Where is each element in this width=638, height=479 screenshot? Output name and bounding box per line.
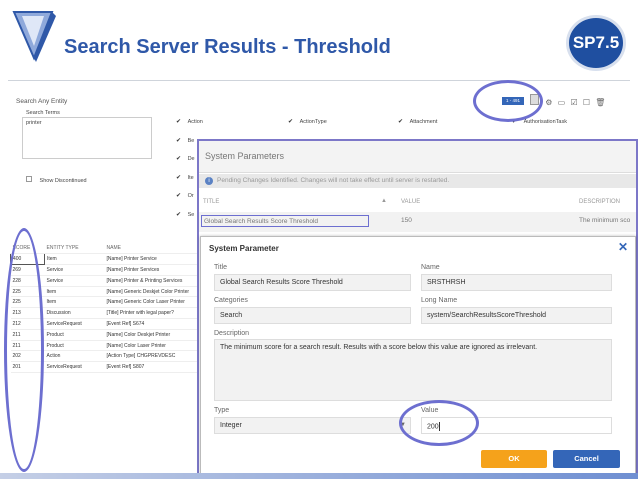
title-field[interactable]: Global Search Results Score Threshold [214,274,411,291]
slide-title: Search Server Results - Threshold [64,36,391,58]
highlight-oval-scores [4,228,44,472]
filter-partial-5[interactable]: ✔ Se [176,212,194,219]
table-row[interactable]: 400 Item [Name] Printer Service [10,253,200,266]
close-icon[interactable]: ✕ [618,240,628,254]
version-badge: SP7.5 [566,15,626,71]
type-select[interactable]: Integer ▼ [214,417,411,434]
show-discontinued-label: Show Discontinued [39,178,87,184]
sort-icon[interactable]: ▲ [381,198,387,204]
filter-actiontype[interactable]: ✔ ActionType [288,119,327,126]
type-value: Integer [220,422,242,429]
categories-label: Categories [214,297,248,304]
dialog-title: System Parameter [209,244,279,253]
settings-icon[interactable]: ⚙ [545,98,552,107]
description-field[interactable]: The minimum score for a search result. R… [214,339,612,401]
param-title: Global Search Results Score Threshold [201,215,369,227]
table-header-row: SCORE ENTITY TYPE NAME [10,243,200,255]
slide-footer-bar [0,473,638,479]
search-terms-label: Search Terms [26,110,60,116]
categories-field[interactable]: Search [214,307,411,324]
search-terms-input[interactable]: printer [22,117,152,159]
cancel-button[interactable]: Cancel [553,450,620,468]
name-field[interactable]: SRSTHRSH [421,274,612,291]
column-header-value[interactable]: VALUE [401,199,420,205]
column-header-entity-type[interactable]: ENTITY TYPE [44,243,105,255]
column-header-title[interactable]: TITLE [203,199,219,205]
description-label: Description [214,330,250,337]
filter-partial-3[interactable]: ✔ Ite [176,175,194,182]
checkbox-checked-icon[interactable]: ☑ [570,98,577,107]
long-name-field[interactable]: system/SearchResultsScoreThreshold [421,307,612,324]
title-divider [8,80,630,81]
check-icon: ✔ [398,119,404,125]
highlight-oval-counter [473,80,543,122]
title-label: Title [214,264,227,271]
system-parameters-header: System Parameters [199,141,636,173]
name-label: Name [421,264,440,271]
show-discontinued-row[interactable]: Show Discontinued [26,176,87,184]
filter-partial-4[interactable]: ✔ Or [176,193,194,200]
filter-partial-2[interactable]: ✔ De [176,156,195,163]
column-header-name[interactable]: NAME [104,243,200,255]
document-icon[interactable]: ▭ [558,98,566,107]
check-icon: ✔ [288,119,294,125]
type-label: Type [214,407,230,414]
ok-button[interactable]: OK [481,450,547,468]
pending-changes-warning: i Pending Changes Identified. Changes wil… [199,174,636,188]
param-description: The minimum sco [579,217,631,224]
long-name-label: Long Name [421,297,458,304]
show-discontinued-checkbox[interactable] [26,176,32,182]
trash-icon[interactable]: 🗑 [595,98,605,107]
logo-icon [8,6,58,64]
info-icon: i [205,177,213,185]
filter-attachment[interactable]: ✔ Attachment [398,119,437,126]
column-header-description[interactable]: DESCRIPTION [579,199,620,205]
checkbox-empty-icon[interactable]: ☐ [583,98,590,107]
check-icon: ✔ [176,119,182,125]
filter-action[interactable]: ✔ Action [176,119,203,126]
system-parameters-columns: TITLE ▲ VALUE DESCRIPTION [199,197,636,207]
search-terms-value: printer [26,120,42,126]
param-value: 150 [401,217,412,224]
table-row[interactable]: Global Search Results Score Threshold 15… [199,212,636,232]
filter-partial-1[interactable]: ✔ Be [176,138,194,145]
highlight-oval-value [399,400,479,446]
search-heading: Search Any Entity [16,98,68,105]
